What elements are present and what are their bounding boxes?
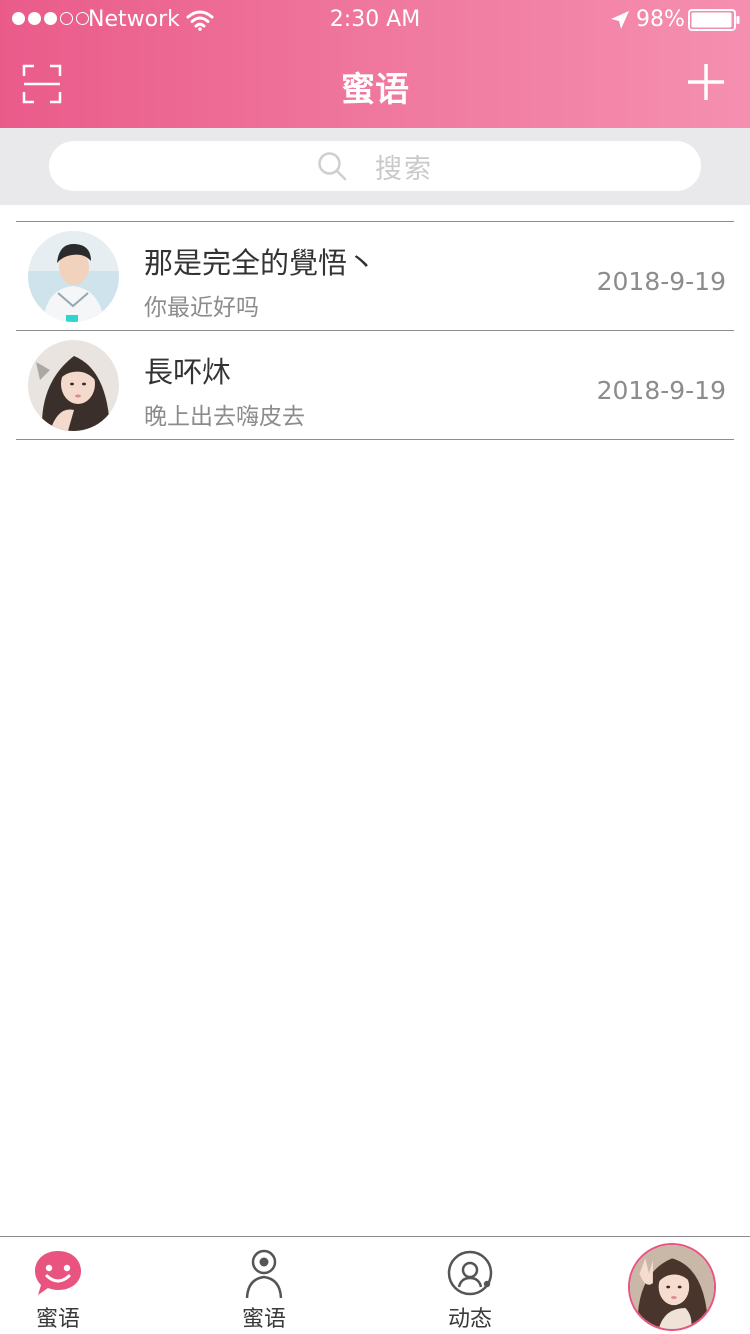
nav-bar: 蜜语 — [0, 40, 750, 128]
contact-name: 那是完全的覺悟丶 — [144, 246, 377, 280]
avatar — [28, 231, 119, 322]
message-preview: 晚上出去嗨皮去 — [144, 404, 305, 430]
search-placeholder: 搜索 — [375, 153, 433, 185]
add-icon[interactable] — [686, 62, 726, 102]
conversation-item[interactable]: 長吥炑 晚上出去嗨皮去 2018-9-19 — [16, 331, 734, 440]
status-bar: Network 2:30 AM 98% — [0, 0, 750, 40]
message-preview: 你最近好吗 — [144, 295, 259, 321]
page-title: 蜜语 — [341, 70, 409, 110]
conversation-list: 那是完全的覺悟丶 你最近好吗 2018-9-19 長吥炑 晚上出去嗨皮去 201… — [16, 221, 734, 440]
tab-bar: 蜜语 蜜语 动态 — [0, 1236, 750, 1334]
tab-moments[interactable]: 动态 — [430, 1237, 510, 1334]
tab-label: 动态 — [447, 1307, 492, 1332]
contact-name: 長吥炑 — [144, 355, 232, 389]
avatar — [28, 340, 119, 431]
tab-contacts[interactable]: 蜜语 — [224, 1237, 304, 1334]
tab-messages[interactable]: 蜜语 — [18, 1237, 98, 1334]
profile-avatar[interactable] — [628, 1243, 716, 1331]
tab-label: 蜜语 — [241, 1307, 286, 1332]
message-date: 2018-9-19 — [596, 376, 726, 405]
message-date: 2018-9-19 — [596, 267, 726, 296]
chat-bubble-icon — [35, 1251, 81, 1295]
tab-label: 蜜语 — [35, 1307, 80, 1332]
contact-icon — [245, 1249, 283, 1299]
search-icon — [318, 152, 347, 181]
location-arrow-icon — [611, 11, 629, 29]
search-area: 搜索 — [0, 128, 750, 205]
conversation-item[interactable]: 那是完全的覺悟丶 你最近好吗 2018-9-19 — [16, 222, 734, 331]
search-input[interactable]: 搜索 — [49, 141, 701, 191]
battery-percentage: 98% — [636, 7, 685, 32]
moments-icon — [447, 1250, 493, 1296]
header: Network 2:30 AM 98% 蜜语 — [0, 0, 750, 128]
battery-icon — [688, 9, 740, 31]
